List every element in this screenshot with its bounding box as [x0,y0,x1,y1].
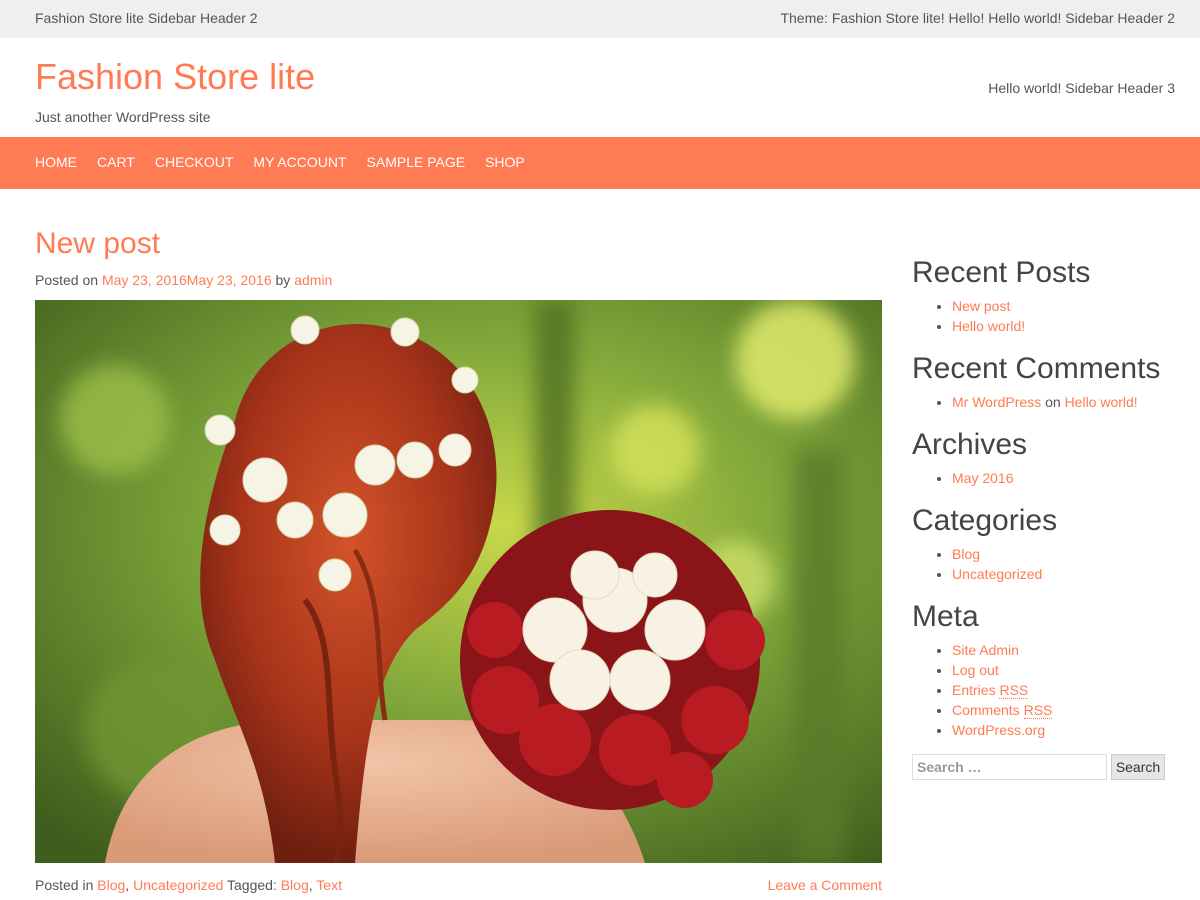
sidebar: Recent Posts New post Hello world! Recen… [912,256,1172,780]
nav-item-shop[interactable]: SHOP [485,154,525,170]
search-button[interactable]: Search [1111,754,1165,780]
comments-rss-abbr: RSS [1023,702,1053,719]
tag-link-text[interactable]: Text [316,877,342,893]
categories-widget: Categories Blog Uncategorized [912,504,1172,584]
comment-on-label: on [1045,394,1061,410]
meta-widget: Meta Site Admin Log out Entries RSS Comm… [912,600,1172,740]
wordpress-org-link[interactable]: WordPress.org [952,722,1045,738]
meta-title: Meta [912,600,979,633]
recent-comments-title: Recent Comments [912,352,1161,385]
comments-rss-prefix: Comments [952,702,1024,718]
recent-comments-widget: Recent Comments Mr WordPress on Hello wo… [912,352,1172,412]
tag-link-blog[interactable]: Blog [281,877,309,893]
nav-item-home[interactable]: HOME [35,154,77,170]
tagged-label: Tagged: [227,877,277,893]
entries-rss-abbr: RSS [999,682,1029,699]
comments-rss-link[interactable]: Comments RSS [952,702,1053,719]
site-tagline: Just another WordPress site [35,109,211,125]
post-date-link[interactable]: May 23, 2016May 23, 2016 [102,272,272,288]
archives-title: Archives [912,428,1028,461]
topbar-right-text: Theme: Fashion Store lite! Hello! Hello … [780,10,1175,26]
nav-item-sample-page[interactable]: SAMPLE PAGE [367,154,466,170]
category-link[interactable]: Blog [952,546,980,562]
posted-on-label: Posted on [35,272,99,288]
top-bar: Fashion Store lite Sidebar Header 2 Them… [0,0,1200,38]
post-author-link[interactable]: admin [294,272,332,288]
by-label: by [275,272,291,288]
archives-widget: Archives May 2016 [912,428,1172,488]
archive-link[interactable]: May 2016 [952,470,1013,486]
site-title[interactable]: Fashion Store lite [35,57,315,97]
leave-comment-link[interactable]: Leave a Comment [768,877,882,893]
posted-in-label: Posted in [35,877,94,893]
search-form: Search [912,754,1172,780]
comment-author-link[interactable]: Mr WordPress [952,394,1041,410]
recent-posts-title: Recent Posts [912,256,1091,289]
comment-post-link[interactable]: Hello world! [1065,394,1138,410]
nav-item-checkout[interactable]: CHECKOUT [155,154,234,170]
header-sidebar-text: Hello world! Sidebar Header 3 [988,80,1175,96]
recent-post-link[interactable]: New post [952,298,1010,314]
search-input[interactable] [912,754,1107,780]
categories-title: Categories [912,504,1058,537]
main-navigation: HOME CART CHECKOUT MY ACCOUNT SAMPLE PAG… [0,137,1200,189]
entries-rss-link[interactable]: Entries RSS [952,682,1029,699]
entries-rss-prefix: Entries [952,682,1000,698]
nav-item-my-account[interactable]: MY ACCOUNT [253,154,346,170]
post-title[interactable]: New post [35,227,160,261]
post-meta: Posted on May 23, 2016May 23, 2016 by ad… [35,272,332,288]
post-featured-image[interactable] [35,300,882,863]
bride-with-bouquet-image [35,300,882,863]
recent-posts-widget: Recent Posts New post Hello world! [912,256,1172,336]
category-link-blog[interactable]: Blog [97,877,125,893]
recent-post-link[interactable]: Hello world! [952,318,1025,334]
category-link-uncategorized[interactable]: Uncategorized [133,877,223,893]
topbar-left-text: Fashion Store lite Sidebar Header 2 [35,10,258,26]
post-footer: Posted in Blog, Uncategorized Tagged: Bl… [35,877,882,893]
category-link[interactable]: Uncategorized [952,566,1042,582]
nav-item-cart[interactable]: CART [97,154,135,170]
site-admin-link[interactable]: Site Admin [952,642,1019,658]
log-out-link[interactable]: Log out [952,662,999,678]
